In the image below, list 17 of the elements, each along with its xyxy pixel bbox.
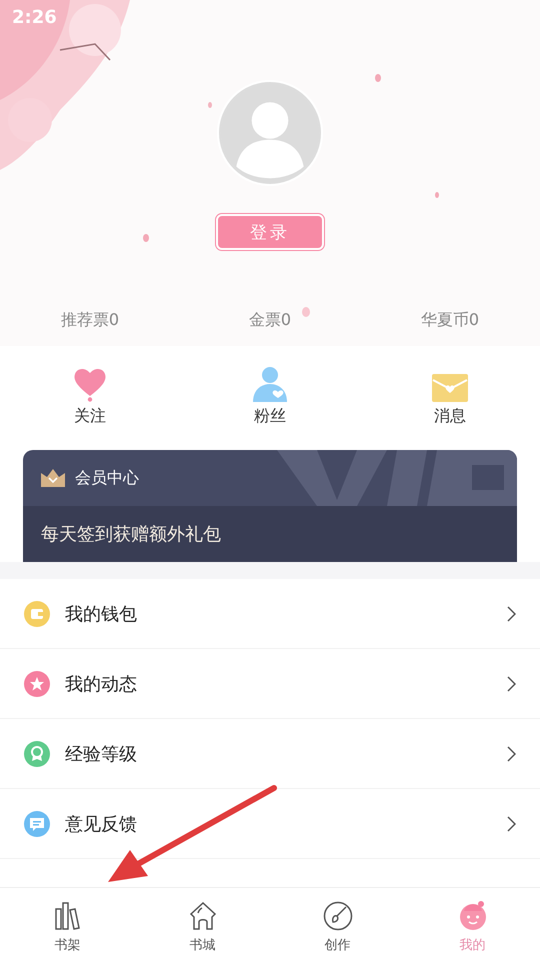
tab[interactable]: 创作 — [324, 936, 350, 954]
menu-item[interactable]: 我的动态 — [65, 672, 492, 696]
vip-subtitle: 每天签到获赠额外礼包 — [41, 523, 221, 546]
menu-item[interactable]: 意见反馈 — [65, 812, 492, 836]
shortcut-label[interactable]: 粉丝 — [254, 406, 286, 427]
stat-label: 华夏币0 — [420, 310, 480, 331]
stat-label: 金票0 — [248, 310, 292, 331]
menu-item[interactable]: 我的钱包 — [65, 602, 492, 626]
stat-label: 推荐票0 — [60, 310, 120, 331]
status-time: 2:26 — [12, 6, 57, 28]
menu-item[interactable]: 经验等级 — [65, 742, 492, 766]
shortcut-label[interactable]: 关注 — [74, 406, 106, 427]
shortcut-label[interactable]: 消息 — [434, 406, 466, 427]
tab[interactable]: 书架 — [54, 936, 80, 954]
tab[interactable]: 书城 — [190, 936, 216, 954]
vip-title: 会员中心 — [75, 468, 139, 488]
vip-card[interactable]: 会员中心 每天签到获赠额外礼包 — [23, 450, 517, 562]
